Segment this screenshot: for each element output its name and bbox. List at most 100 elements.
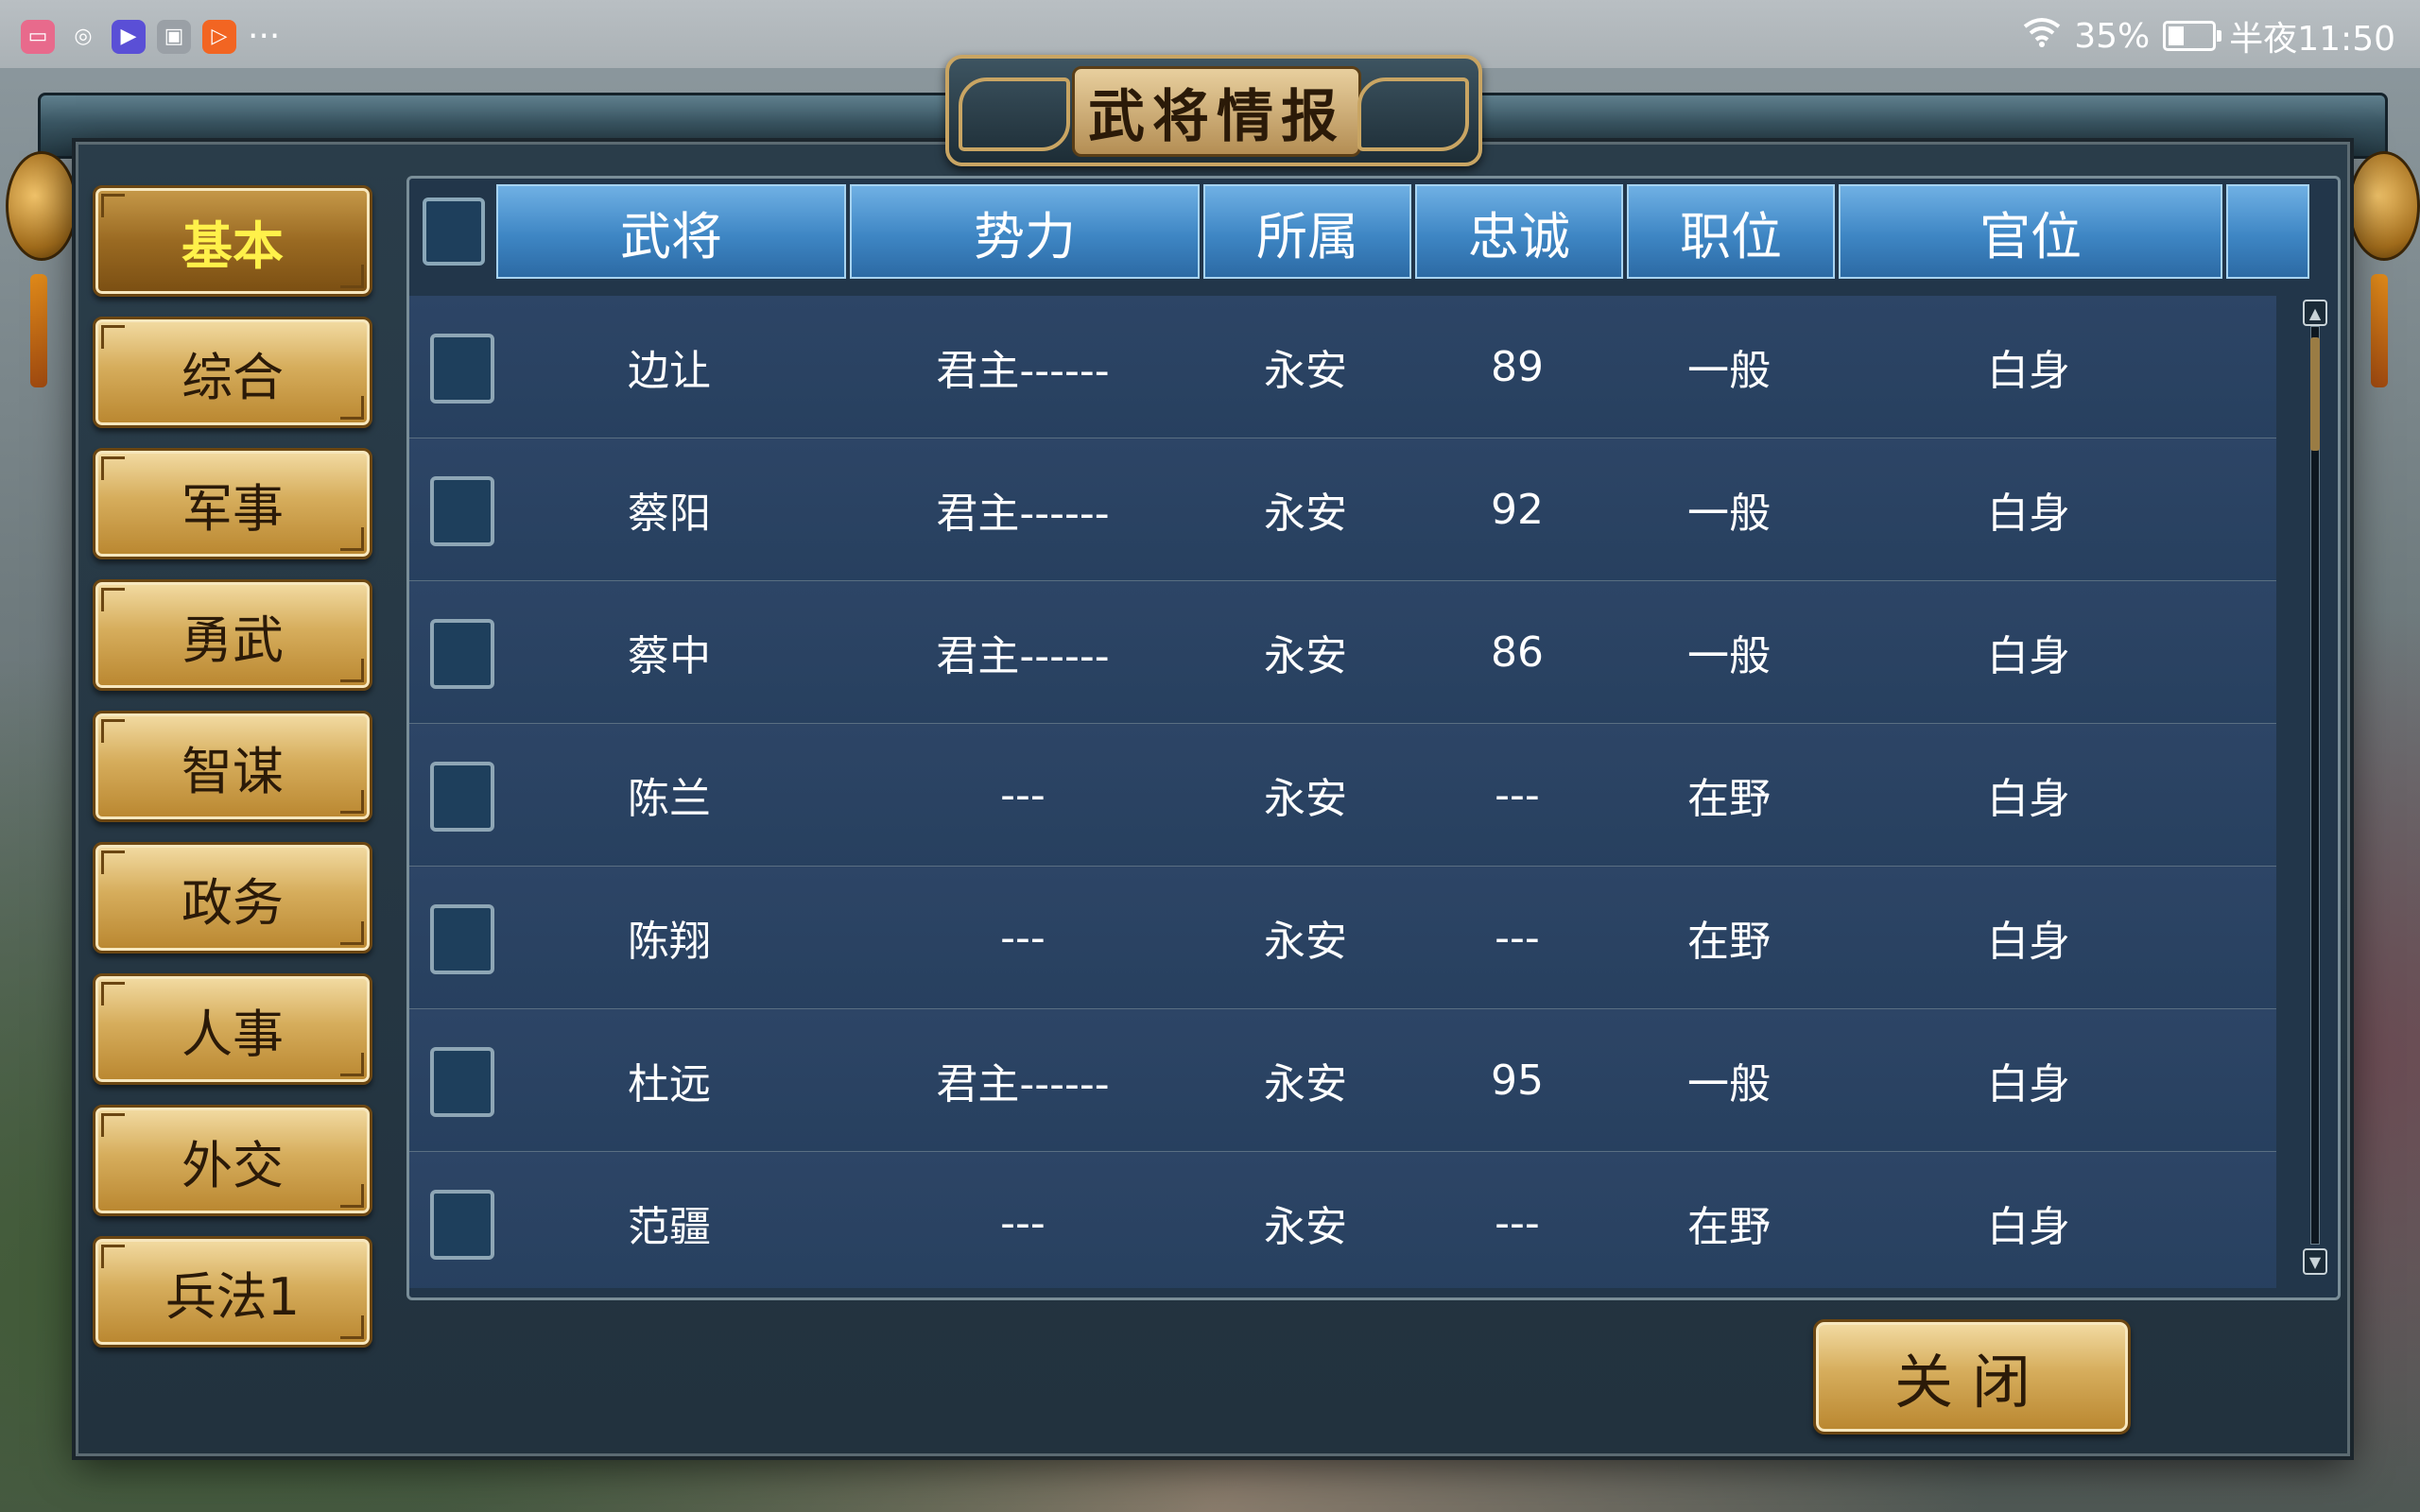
- officer-table: 武将 势力 所属 忠诚 职位 官位 边让 君主------ 永安 89 一般 白身 蔡阳 君主…: [406, 176, 2341, 1300]
- right-tassel: [2371, 274, 2388, 387]
- table-row[interactable]: 蔡中 君主------ 永安 86 一般 白身: [409, 581, 2276, 725]
- cell-faction: ---: [1000, 1198, 1046, 1247]
- scroll-down-icon[interactable]: ▼: [2303, 1248, 2327, 1275]
- left-tassel: [30, 274, 47, 387]
- row-checkbox[interactable]: [430, 762, 494, 832]
- cell-officer-name: 范疆: [628, 1203, 711, 1251]
- column-header-rank[interactable]: 官位: [1839, 184, 2222, 279]
- cell-rank: 白身: [1987, 1060, 2070, 1108]
- right-rod-ornament: [2348, 151, 2420, 261]
- row-checkbox[interactable]: [430, 1047, 494, 1117]
- cell-officer-name: 蔡中: [628, 632, 711, 680]
- row-checkbox[interactable]: [430, 334, 494, 404]
- cell-location: 永安: [1264, 918, 1347, 966]
- battery-percent: 35%: [2074, 16, 2151, 56]
- cell-loyalty: 86: [1491, 627, 1544, 677]
- column-header-loyalty[interactable]: 忠诚: [1415, 184, 1623, 279]
- tab-basic[interactable]: 基本: [93, 185, 372, 297]
- scroll-up-icon[interactable]: ▲: [2303, 300, 2327, 326]
- cell-rank: 白身: [1987, 775, 2070, 823]
- title-ornament-right: [1357, 77, 1469, 151]
- tab-personnel[interactable]: 人事: [93, 973, 372, 1085]
- cell-location: 永安: [1264, 1203, 1347, 1251]
- battery-icon: [2163, 21, 2222, 51]
- row-checkbox[interactable]: [430, 904, 494, 974]
- cell-position: 在野: [1687, 918, 1771, 966]
- table-body: 边让 君主------ 永安 89 一般 白身 蔡阳 君主------ 永安 92 一般 白身 蔡中 君主…: [409, 296, 2295, 1288]
- tab-diplomacy[interactable]: 外交: [93, 1105, 372, 1216]
- category-sidebar: 基本 综合 军事 勇武 智谋 政务 人事 外交 兵法1: [93, 185, 372, 1367]
- cell-officer-name: 杜远: [628, 1060, 711, 1108]
- column-header-location[interactable]: 所属: [1203, 184, 1411, 279]
- table-row[interactable]: 范疆 --- 永安 --- 在野 白身: [409, 1152, 2276, 1288]
- table-header: 武将 势力 所属 忠诚 职位 官位: [409, 179, 2338, 281]
- column-header-position[interactable]: 职位: [1627, 184, 1835, 279]
- cell-faction: 君主------: [936, 632, 1110, 680]
- table-scrollbar[interactable]: ▲ ▼: [2303, 300, 2327, 1275]
- tab-tactics-1[interactable]: 兵法1: [93, 1236, 372, 1348]
- cell-position: 在野: [1687, 775, 1771, 823]
- cell-faction: 君主------: [936, 1060, 1110, 1108]
- cell-location: 永安: [1264, 347, 1347, 395]
- cell-rank: 白身: [1987, 918, 2070, 966]
- column-header-more[interactable]: [2226, 184, 2309, 279]
- column-header-faction[interactable]: 势力: [850, 184, 1200, 279]
- cell-loyalty: 89: [1491, 342, 1544, 391]
- more-notifications-icon: ···: [248, 17, 281, 56]
- cell-rank: 白身: [1987, 347, 2070, 395]
- table-row[interactable]: 陈兰 --- 永安 --- 在野 白身: [409, 724, 2276, 868]
- cell-rank: 白身: [1987, 632, 2070, 680]
- cell-officer-name: 蔡阳: [628, 490, 711, 538]
- cell-officer-name: 陈兰: [628, 775, 711, 823]
- cell-location: 永安: [1264, 632, 1347, 680]
- status-indicators: 35% 半夜11:50: [2023, 11, 2395, 60]
- play-app-icon: ▷: [202, 19, 236, 54]
- notification-icons: ▭ ◎ ▶ ▣ ▷ ···: [21, 17, 280, 56]
- row-checkbox[interactable]: [430, 476, 494, 546]
- cell-loyalty: 92: [1491, 485, 1544, 534]
- cell-location: 永安: [1264, 1060, 1347, 1108]
- cell-location: 永安: [1264, 490, 1347, 538]
- cell-officer-name: 边让: [628, 347, 711, 395]
- bilibili-icon: ▭: [21, 19, 55, 54]
- wifi-icon: [2023, 17, 2061, 56]
- cell-position: 一般: [1687, 1060, 1771, 1108]
- close-button[interactable]: 关闭: [1813, 1319, 2131, 1435]
- video-app-icon: ▶: [112, 19, 146, 54]
- cell-position: 一般: [1687, 490, 1771, 538]
- cell-faction: ---: [1000, 913, 1046, 962]
- window-title: 武将情报: [1072, 66, 1361, 157]
- column-header-officer[interactable]: 武将: [496, 184, 846, 279]
- tab-politics[interactable]: 政务: [93, 842, 372, 954]
- table-row[interactable]: 边让 君主------ 永安 89 一般 白身: [409, 296, 2276, 439]
- cell-faction: ---: [1000, 770, 1046, 819]
- cat-app-icon: ▣: [157, 19, 191, 54]
- left-rod-ornament: [6, 151, 78, 261]
- select-all-checkbox[interactable]: [423, 198, 485, 266]
- cell-position: 一般: [1687, 632, 1771, 680]
- tab-overall[interactable]: 综合: [93, 317, 372, 428]
- cell-rank: 白身: [1987, 1203, 2070, 1251]
- clock: 半夜11:50: [2229, 20, 2395, 59]
- table-row[interactable]: 蔡阳 君主------ 永安 92 一般 白身: [409, 438, 2276, 582]
- cell-rank: 白身: [1987, 490, 2070, 538]
- cell-officer-name: 陈翔: [628, 918, 711, 966]
- cell-loyalty: ---: [1495, 1198, 1540, 1247]
- table-row[interactable]: 陈翔 --- 永安 --- 在野 白身: [409, 867, 2276, 1010]
- row-checkbox[interactable]: [430, 619, 494, 689]
- wechat-icon: ◎: [74, 25, 93, 48]
- scroll-thumb[interactable]: [2310, 337, 2320, 451]
- cell-loyalty: 95: [1491, 1056, 1544, 1105]
- title-plaque: 武将情报: [945, 55, 1482, 166]
- row-checkbox[interactable]: [430, 1190, 494, 1260]
- title-ornament-left: [959, 77, 1070, 151]
- table-row[interactable]: 杜远 君主------ 永安 95 一般 白身: [409, 1009, 2276, 1153]
- cell-faction: 君主------: [936, 347, 1110, 395]
- cell-position: 一般: [1687, 347, 1771, 395]
- tab-valor[interactable]: 勇武: [93, 579, 372, 691]
- scroll-track[interactable]: [2310, 326, 2320, 1245]
- tab-military[interactable]: 军事: [93, 448, 372, 559]
- cell-position: 在野: [1687, 1203, 1771, 1251]
- cell-location: 永安: [1264, 775, 1347, 823]
- tab-strategy[interactable]: 智谋: [93, 711, 372, 822]
